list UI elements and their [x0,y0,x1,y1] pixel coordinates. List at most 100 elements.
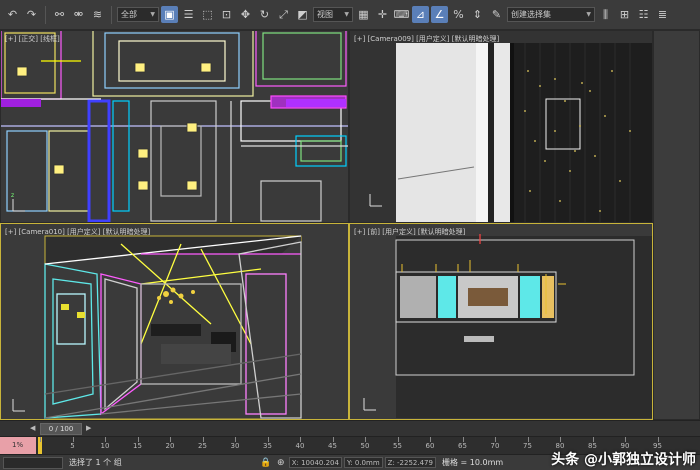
frame-tick [657,437,659,442]
camera010-perspective [12,235,302,419]
frame-tick [560,437,561,442]
front-view-elevation [363,234,652,418]
ref-coord-dropdown[interactable]: 视图 ▼ [313,7,353,22]
align-icon[interactable]: ⊞ [616,6,633,23]
viewport-top-left[interactable]: [+] [正交] [线框] z [0,30,349,223]
frame-tick [202,437,204,442]
percent-snap-icon[interactable]: % [450,6,467,23]
viewport-label[interactable]: [+] [Camera010] [用户定义] [默认明暗处理] [5,227,150,237]
frame-tick [170,437,171,442]
frame-tick [462,437,464,442]
frame-tick-label: 20 [165,442,175,450]
mini-listener-label: 1% [12,441,24,449]
frame-tick [267,437,269,442]
pivot-icon[interactable]: ▦ [355,6,372,23]
edit-named-sel-icon[interactable]: ✎ [488,6,505,23]
toolbar-divider [111,5,112,24]
frame-tick-label: 40 [295,442,305,450]
frame-tick-label: 65 [458,442,467,450]
frame-tick [625,437,626,442]
absolute-mode-icon[interactable]: ⊕ [275,457,287,469]
unlink-icon[interactable]: ⚮ [70,6,87,23]
watermark: 头条 @小郭独立设计师 [551,452,696,468]
frame-tick [72,437,74,442]
frame-tick-label: 25 [198,442,207,450]
curve-editor-icon[interactable]: ≣ [654,6,671,23]
layer-dropdown-value: 全部 [121,10,137,19]
z-coord-field[interactable]: Z: -2252.479 [384,457,436,468]
frame-tick [430,437,431,442]
viewport-label[interactable]: [+] [Camera009] [用户定义] [默认明暗处理] [354,34,499,44]
rect-select-icon[interactable]: ⬚ [199,6,216,23]
mini-listener[interactable]: 1% [0,437,36,455]
command-panel-edge [653,30,700,420]
frame-tick-label: 5 [70,442,75,450]
frame-tick-label: 60 [425,442,435,450]
viewport-bottom-right[interactable]: [+] [前] [用户定义] [默认明暗处理] [349,223,653,420]
bind-spacewarp-icon[interactable]: ≋ [89,6,106,23]
frame-tick [235,437,236,442]
select-by-name-icon[interactable]: ☰ [180,6,197,23]
window-crossing-icon[interactable]: ⊡ [218,6,235,23]
spinner-snap-icon[interactable]: ⇕ [469,6,486,23]
frame-tick-label: 30 [230,442,240,450]
frame-tick [300,437,301,442]
select-icon[interactable]: ▣ [161,6,178,23]
selection-set-dropdown[interactable]: 创建选择集 ▼ [507,7,595,22]
frame-tick [592,437,594,442]
layer-dropdown[interactable]: 全部 ▼ [117,7,159,22]
frame-tick-label: 70 [490,442,500,450]
svg-text:z: z [11,192,14,199]
snap-icon[interactable]: ⊿ [412,6,429,23]
frame-tick-label: 15 [133,442,142,450]
maxscript-listener[interactable] [3,456,63,469]
move-icon[interactable]: ✥ [237,6,254,23]
x-coord-field[interactable]: X: 10040.204 [288,457,342,468]
undo-icon[interactable]: ↶ [4,6,21,23]
viewport-top-right[interactable]: [+] [Camera009] [用户定义] [默认明暗处理] [349,30,653,223]
select-manipulate-icon[interactable]: ✛ [374,6,391,23]
lock-icon[interactable]: 🔒 [260,457,272,469]
placement-icon[interactable]: ◩ [294,6,311,23]
frame-display: 0 / 100 [48,425,74,433]
ref-coord-value: 视图 [317,10,333,19]
keyboard-shortcut-icon[interactable]: ⌨ [393,6,410,23]
viewport-bottom-left[interactable]: [+] [Camera010] [用户定义] [默认明暗处理] [0,223,349,420]
frame-tick [365,437,366,442]
frame-tick-label: 75 [523,442,532,450]
frame-tick [397,437,399,442]
frame-tick [105,437,106,442]
layer-explorer-icon[interactable]: ☷ [635,6,652,23]
chevron-down-icon: ▼ [150,11,155,18]
grid-size: 栅格 = 10.0mm [441,458,504,467]
link-icon[interactable]: ⚯ [51,6,68,23]
time-slider[interactable]: 0 / 100 [40,423,82,435]
mirror-icon[interactable]: ⫼ [597,6,614,23]
next-frame-icon[interactable]: ▶ [86,424,91,432]
frame-tick-label: 10 [100,442,110,450]
frame-tick [495,437,496,442]
frame-tick [137,437,139,442]
toolbar-divider [45,5,46,24]
frame-tick [527,437,529,442]
viewport-label[interactable]: [+] [正交] [线框] [5,34,60,44]
prev-frame-icon[interactable]: ◀ [30,424,35,432]
chevron-down-icon: ▼ [586,11,591,18]
frame-tick [332,437,334,442]
frame-tick-label: 55 [393,442,402,450]
selection-set-value: 创建选择集 [511,10,551,19]
angle-snap-icon[interactable]: ∠ [431,6,448,23]
frame-tick [40,437,41,442]
frame-tick-label: 45 [328,442,337,450]
frame-tick-label: 35 [263,442,272,450]
frame-tick-label: 50 [360,442,370,450]
status-message: 选择了 1 个 组 [69,458,122,467]
plan-wireframe: z [1,31,348,222]
camera009-render [369,43,652,222]
rotate-icon[interactable]: ↻ [256,6,273,23]
redo-icon[interactable]: ↷ [23,6,40,23]
time-slider-bar: ◀ 0 / 100 ▶ [0,420,700,436]
scale-icon[interactable]: ⤢ [275,6,292,23]
viewport-label[interactable]: [+] [前] [用户定义] [默认明暗处理] [354,227,465,237]
y-coord-field[interactable]: Y: 0.0mm [343,457,383,468]
